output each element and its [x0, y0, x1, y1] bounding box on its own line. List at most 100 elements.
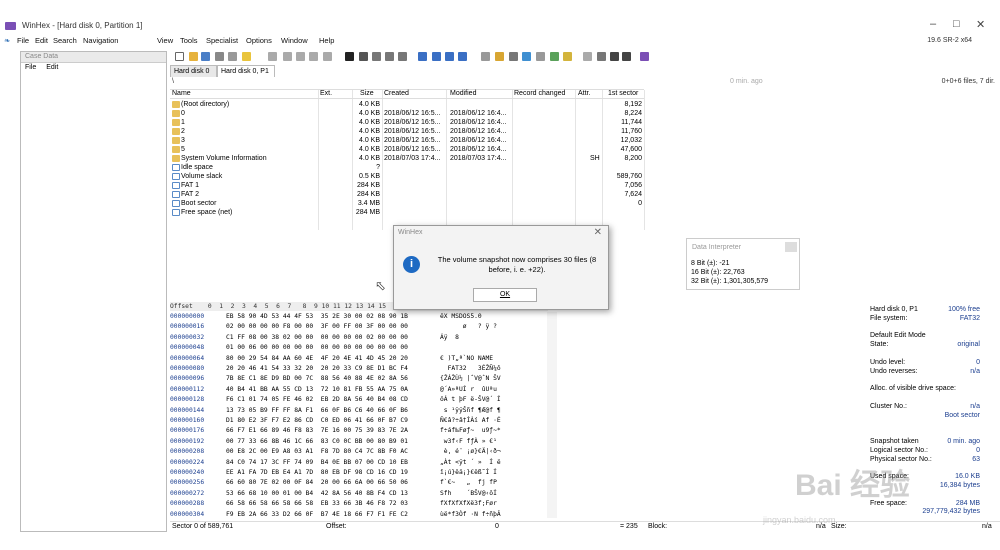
col-first-sector[interactable]: 1st sector — [608, 90, 638, 97]
new-file-icon[interactable] — [175, 52, 184, 61]
file-row[interactable]: Volume slack 0.5 KB 589,760 — [170, 172, 644, 181]
hex-row[interactable]: 000000192 00 77 33 66 8B 46 1C 66 83 C0 0… — [170, 437, 550, 446]
file-row[interactable]: Free space (net) 284 MB — [170, 208, 644, 217]
grid-icon[interactable] — [597, 52, 606, 61]
file-row[interactable]: 1 4.0 KB 2018/06/12 16:5... 2018/06/12 16:4… — [170, 118, 644, 127]
hex-row[interactable]: 000000288 66 58 66 58 66 58 66 58 EB 33 6… — [170, 499, 550, 508]
play-icon[interactable] — [622, 52, 631, 61]
find-hex-icon[interactable] — [359, 52, 368, 61]
hex-row[interactable]: 000000032 C1 FF 08 00 38 02 00 00 00 00 0… — [170, 333, 550, 342]
find-text-icon[interactable] — [345, 52, 354, 61]
maximize-button[interactable]: □ — [953, 18, 960, 30]
menu-file[interactable]: File — [17, 36, 29, 45]
goto-sector-icon[interactable] — [432, 52, 441, 61]
paste-icon[interactable] — [309, 52, 318, 61]
hex-row[interactable]: 000000176 66 F7 E1 66 89 46 F8 83 7E 16 0… — [170, 426, 550, 435]
minimize-button[interactable]: – — [930, 18, 936, 30]
case-menu-file[interactable]: File — [25, 64, 36, 71]
hex-row[interactable]: 000000224 84 C0 74 17 3C FF 74 09 B4 0E B… — [170, 458, 550, 467]
col-attr[interactable]: Attr. — [578, 90, 590, 97]
hex-row[interactable]: 000000096 7B 8E C1 8E D9 BD 00 7C 88 56 4… — [170, 374, 550, 383]
open-file-icon[interactable] — [189, 52, 198, 61]
case-menu-edit[interactable]: Edit — [46, 64, 58, 71]
col-name[interactable]: Name — [172, 90, 191, 97]
hex-row[interactable]: 000000128 F6 C1 01 74 05 FE 46 02 EB 2D 8… — [170, 395, 550, 404]
hex-row[interactable]: 000000080 20 20 46 41 54 33 32 20 20 20 3… — [170, 364, 550, 373]
menu-search[interactable]: Search — [53, 36, 77, 45]
snapshot-icon[interactable] — [536, 52, 545, 61]
file-row[interactable]: 2 4.0 KB 2018/06/12 16:5... 2018/06/12 16:4… — [170, 127, 644, 136]
hex-row[interactable]: 000000144 13 73 05 B9 FF FF 8A F1 66 0F B… — [170, 406, 550, 415]
sound-icon[interactable] — [610, 52, 619, 61]
app-menu-icon[interactable]: ❧ — [4, 36, 10, 45]
hex-row[interactable]: 000000000 EB 58 90 4D 53 44 4F 53 35 2E 3… — [170, 312, 550, 321]
hex-row[interactable]: 000000112 40 B4 41 BB AA 55 CD 13 72 10 8… — [170, 385, 550, 394]
winhex-logo-icon[interactable] — [640, 52, 649, 61]
copy-icon[interactable] — [296, 52, 305, 61]
hex-row[interactable]: 000000240 EE A1 FA 7D EB E4 A1 7D 80 EB D… — [170, 468, 550, 477]
hash-icon[interactable] — [563, 52, 572, 61]
ok-button[interactable]: OK — [473, 288, 537, 302]
dialog-close-icon[interactable]: ✕ — [594, 227, 602, 238]
hex-scrollbar[interactable] — [547, 312, 557, 518]
hex-editor[interactable]: Offset 0 1 2 3 4 5 6 7 8 9 10 11 12 13 1… — [170, 302, 558, 520]
cut-icon[interactable] — [283, 52, 292, 61]
menu-specialist[interactable]: Specialist — [206, 36, 238, 45]
menu-window[interactable]: Window — [281, 36, 308, 45]
hex-text: öÁ t þF ë-ŠV@´ Í — [440, 396, 501, 404]
back-icon[interactable] — [445, 52, 454, 61]
info-label: Cluster No.: — [870, 402, 907, 410]
hex-row[interactable]: 000000256 66 60 80 7E 02 00 0F 84 20 00 6… — [170, 478, 550, 487]
col-modified[interactable]: Modified — [450, 90, 476, 97]
replace-hex-icon[interactable] — [385, 52, 394, 61]
close-button[interactable]: ✕ — [976, 18, 985, 31]
disk-tools-icon[interactable] — [481, 52, 490, 61]
replace-text-icon[interactable] — [372, 52, 381, 61]
lightbulb-icon[interactable] — [242, 52, 251, 61]
file-row[interactable]: 0 4.0 KB 2018/06/12 16:5... 2018/06/12 16:4… — [170, 109, 644, 118]
col-record-changed[interactable]: Record changed — [514, 90, 565, 97]
file-row[interactable]: System Volume Information 4.0 KB 2018/07/0… — [170, 154, 644, 163]
col-ext[interactable]: Ext. — [320, 90, 332, 97]
paste-zero-icon[interactable] — [323, 52, 332, 61]
properties-icon[interactable] — [228, 52, 237, 61]
hex-offset: 000000160 — [170, 417, 205, 424]
hex-row[interactable]: 000000304 F9 EB 2A 66 33 D2 66 0F B7 4E 1… — [170, 510, 550, 519]
menu-tools[interactable]: Tools — [180, 36, 198, 45]
tab-hard-disk-0-p1[interactable]: Hard disk 0, P1 — [217, 65, 275, 77]
print-icon[interactable] — [215, 52, 224, 61]
hex-row[interactable]: 000000064 80 00 29 54 84 AA 60 4E 4F 20 4… — [170, 354, 550, 363]
hex-row[interactable]: 000000016 02 00 00 00 00 F8 00 00 3F 00 F… — [170, 322, 550, 331]
file-row[interactable]: 5 4.0 KB 2018/06/12 16:5... 2018/06/12 16:4… — [170, 145, 644, 154]
menu-edit[interactable]: Edit — [35, 36, 48, 45]
file-row[interactable]: 3 4.0 KB 2018/06/12 16:5... 2018/06/12 16:4… — [170, 136, 644, 145]
hex-row[interactable]: 000000048 01 00 06 00 00 00 00 00 00 00 0… — [170, 343, 550, 352]
file-row[interactable]: Boot sector 3.4 MB 0 — [170, 199, 644, 208]
col-created[interactable]: Created — [384, 90, 409, 97]
hex-row[interactable]: 000000208 00 E8 2C 00 E9 A8 03 A1 F8 7D 8… — [170, 447, 550, 456]
file-row[interactable]: FAT 2 284 KB 7,624 — [170, 190, 644, 199]
menu-options[interactable]: Options — [246, 36, 272, 45]
menu-navigation[interactable]: Navigation — [83, 36, 118, 45]
table-icon[interactable] — [583, 52, 592, 61]
hex-row[interactable]: 000000160 D1 80 E2 3F F7 E2 86 CD C0 ED 0… — [170, 416, 550, 425]
interpreter-options-button[interactable] — [785, 242, 797, 252]
tab-hard-disk-0[interactable]: Hard disk 0 — [170, 65, 217, 77]
clone-disk-icon[interactable] — [509, 52, 518, 61]
undo-icon[interactable] — [268, 52, 277, 61]
search-again-icon[interactable] — [398, 52, 407, 61]
hex-row[interactable]: 000000272 53 66 68 10 00 01 00 B4 42 8A 5… — [170, 489, 550, 498]
file-row[interactable]: Idle space? — [170, 163, 644, 172]
menu-view[interactable]: View — [157, 36, 173, 45]
file-first-sector: 0 — [638, 200, 642, 207]
menu-help[interactable]: Help — [319, 36, 334, 45]
forward-icon[interactable] — [458, 52, 467, 61]
file-row[interactable]: (Root directory) 4.0 KB 8,192 — [170, 100, 644, 109]
file-row[interactable]: FAT 1 284 KB 7,056 — [170, 181, 644, 190]
save-icon[interactable] — [201, 52, 210, 61]
col-size[interactable]: Size — [360, 90, 374, 97]
calculator-icon[interactable] — [550, 52, 559, 61]
goto-offset-icon[interactable] — [418, 52, 427, 61]
open-disk-icon[interactable] — [495, 52, 504, 61]
ram-editor-icon[interactable] — [522, 52, 531, 61]
